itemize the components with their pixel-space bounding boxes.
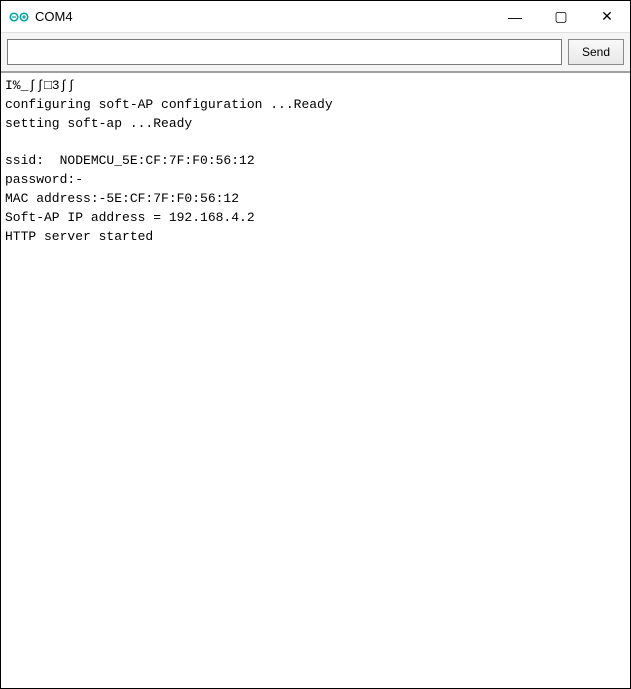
serial-monitor-window: COM4 — ▢ ✕ Send I%_∫∫□3∫∫ configuring so… [0, 0, 631, 689]
close-button[interactable]: ✕ [584, 1, 630, 32]
send-button[interactable]: Send [568, 39, 624, 65]
input-row: Send [1, 33, 630, 73]
window-title: COM4 [35, 9, 73, 24]
maximize-button[interactable]: ▢ [538, 1, 584, 32]
titlebar: COM4 — ▢ ✕ [1, 1, 630, 33]
serial-input[interactable] [7, 39, 562, 65]
window-controls: — ▢ ✕ [492, 1, 630, 32]
serial-output[interactable]: I%_∫∫□3∫∫ configuring soft-AP configurat… [1, 73, 630, 688]
minimize-button[interactable]: — [492, 1, 538, 32]
arduino-logo-icon [9, 7, 29, 27]
